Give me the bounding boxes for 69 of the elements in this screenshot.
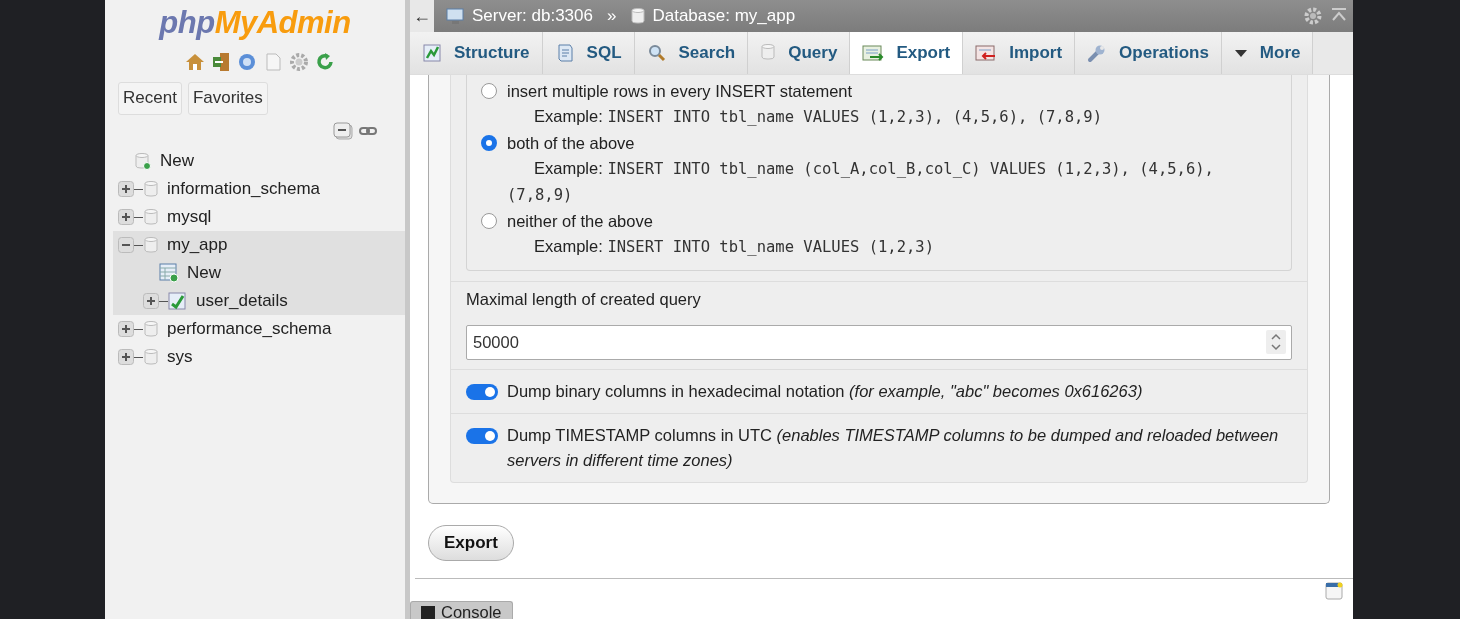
database-icon (143, 348, 159, 366)
example-text: Example: INSERT INTO tbl_name VALUES (1,2,3), (4,5,6), (7,8,9) (533, 106, 1103, 128)
option-label: neither of the above (507, 211, 653, 231)
new-table-icon (159, 263, 179, 283)
table-icon (168, 291, 188, 311)
toggle-switch[interactable] (466, 384, 498, 400)
radio-button[interactable] (481, 135, 497, 151)
server-icon (446, 7, 466, 25)
settings-icon[interactable] (1303, 6, 1323, 26)
import-icon (975, 43, 998, 63)
tab[interactable]: SQL (542, 32, 635, 74)
tree-item[interactable]: New (187, 263, 221, 283)
breadcrumb-link[interactable]: Database: my_app (652, 6, 796, 26)
tree-item[interactable]: mysql (167, 207, 212, 227)
sidebar-tab[interactable]: Favorites (187, 82, 268, 115)
option-label: insert multiple rows in every INSERT statement (507, 81, 853, 101)
help-icon[interactable] (236, 51, 258, 73)
breadcrumb-separator: » (606, 6, 617, 26)
option-label: both of the above (507, 133, 635, 153)
tab[interactable]: Structure (410, 32, 543, 74)
back-button[interactable]: ← (410, 0, 434, 32)
exit-icon[interactable] (210, 51, 232, 73)
tree-item[interactable]: New (160, 151, 194, 171)
tree-item[interactable]: my_app (167, 235, 228, 255)
sidebar-tab[interactable]: Recent (118, 82, 182, 115)
field-label: Maximal length of created query (466, 290, 702, 310)
database-icon (630, 7, 647, 25)
export-icon (862, 43, 885, 63)
toggle-switch[interactable] (466, 428, 498, 444)
expand-icon[interactable] (118, 209, 134, 225)
toggle-label: Dump TIMESTAMP columns in UTC (enables TIMESTAMP columns to be dumped and reloaded between servers in different time zones) (507, 425, 1280, 471)
tree-item[interactable]: sys (167, 347, 193, 367)
number-field[interactable]: 50000 (466, 325, 1292, 360)
export-button[interactable]: Export (428, 525, 514, 561)
toggle-label: Dump binary columns in hexadecimal notation (for example, "abc" becomes 0x616263) (507, 381, 1143, 402)
tab[interactable]: Export (850, 32, 964, 74)
tab[interactable]: Query (748, 32, 851, 74)
example-text: Example: INSERT INTO tbl_name (col_A,col_B,col_C) VALUES (1,2,3), (4,5,6), (7,8,9) (507, 158, 1215, 206)
expand-icon[interactable] (118, 349, 134, 365)
expand-icon[interactable] (118, 181, 134, 197)
database-icon (143, 320, 159, 338)
collapse-icon[interactable] (118, 237, 134, 253)
spinner-icon (1266, 330, 1286, 354)
home-icon[interactable] (184, 51, 206, 73)
tab[interactable]: More (1221, 32, 1314, 74)
search-icon (646, 43, 667, 63)
tab[interactable]: Import (963, 32, 1076, 74)
structure-icon (422, 43, 442, 63)
tree-item[interactable]: information_schema (167, 179, 321, 199)
tab[interactable]: Search (634, 32, 749, 74)
tree-item[interactable]: performance_schema (167, 319, 332, 339)
database-icon (143, 208, 159, 226)
collapse-all-icon[interactable] (333, 122, 353, 140)
logo[interactable]: phpMyAdmin (105, 5, 405, 42)
expand-icon[interactable] (143, 293, 159, 309)
new-database-icon (134, 152, 152, 170)
tab[interactable]: Operations (1075, 32, 1222, 74)
database-icon (143, 236, 159, 254)
database-icon (760, 43, 777, 63)
database-icon (143, 180, 159, 198)
breadcrumb-link[interactable]: Server: db:3306 (472, 6, 593, 26)
console-tab[interactable]: Console (410, 601, 513, 619)
terminal-icon (421, 603, 435, 619)
example-text: Example: INSERT INTO tbl_name VALUES (1,2,3) (533, 236, 935, 258)
window-icon[interactable] (1325, 582, 1343, 600)
tree-item[interactable]: user_details (196, 291, 288, 311)
expand-icon[interactable] (118, 321, 134, 337)
radio-button[interactable] (481, 83, 497, 99)
radio-button[interactable] (481, 213, 497, 229)
